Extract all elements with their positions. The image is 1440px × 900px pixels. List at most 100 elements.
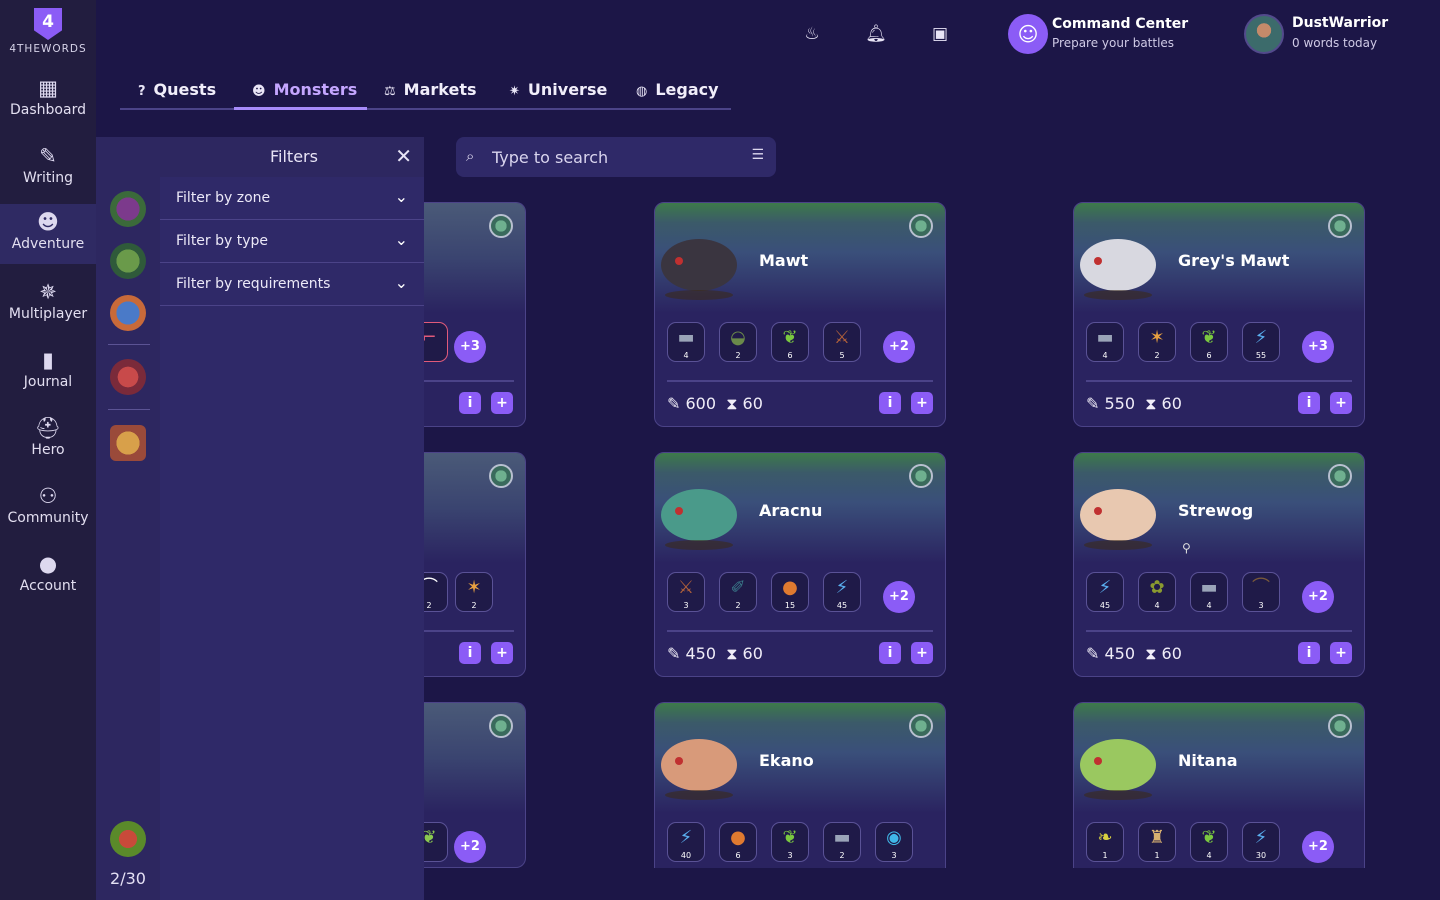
- monster-card-partial[interactable]: ❦+2: [424, 702, 526, 868]
- tab-monsters[interactable]: ☻ Monsters: [252, 80, 357, 99]
- reward-item[interactable]: ✶ 2: [455, 572, 493, 612]
- monster-card[interactable]: Strewog ⚲ ⚡ 45 ✿ 4 ▬ 4 ⌒ 3 +2 ✎ 450 ⧗ 60 i +: [1073, 452, 1365, 677]
- nav-item-multiplayer[interactable]: ✵ Multiplayer: [0, 278, 96, 338]
- close-icon[interactable]: ✕: [395, 144, 412, 168]
- brand-logo[interactable]: 4 4THEWORDS: [0, 8, 96, 55]
- reward-item[interactable]: ⚡ 30: [1242, 822, 1280, 862]
- reward-item[interactable]: ▬ 2: [823, 822, 861, 862]
- nav-item-account[interactable]: ● Account: [0, 550, 96, 610]
- nav-item-adventure[interactable]: ☻ Adventure: [0, 204, 96, 264]
- monster-thumbnail-strip: 2/30: [96, 137, 160, 900]
- info-button[interactable]: i: [879, 392, 901, 414]
- reward-item[interactable]: ● 6: [719, 822, 757, 862]
- reward-item[interactable]: ❦ 6: [771, 322, 809, 362]
- reward-item[interactable]: ⚡ 55: [1242, 322, 1280, 362]
- monster-thumb[interactable]: [110, 191, 146, 227]
- reward-item[interactable]: ❦ 3: [771, 822, 809, 862]
- reward-item[interactable]: ⚔ 5: [823, 322, 861, 362]
- add-button[interactable]: +: [491, 642, 513, 664]
- strip-divider: [108, 409, 150, 410]
- nav-item-journal[interactable]: ▮ Journal: [0, 346, 96, 406]
- monster-card-partial[interactable]: ⌒2✶2 i +: [424, 452, 526, 677]
- add-button[interactable]: +: [1330, 642, 1352, 664]
- reward-item[interactable]: ✶ 2: [1138, 322, 1176, 362]
- legacy-icon: ◍: [636, 84, 648, 99]
- reward-item[interactable]: ⚡ 45: [823, 572, 861, 612]
- search-input[interactable]: [492, 145, 732, 169]
- avatar[interactable]: [1244, 14, 1284, 54]
- nav-item-community[interactable]: ⚇ Community: [0, 482, 96, 542]
- tab-universe[interactable]: ✷ Universe: [509, 80, 607, 99]
- monster-card[interactable]: Ekano ⚡ 40 ● 6 ❦ 3 ▬ 2 ◉ 3: [654, 702, 946, 868]
- reward-item[interactable]: ⌒2: [424, 572, 448, 612]
- monster-card[interactable]: Grey's Mawt ▬ 4 ✶ 2 ❦ 6 ⚡ 55 +3 ✎ 550 ⧗ 60 i +: [1073, 202, 1365, 427]
- more-rewards-badge[interactable]: +3: [454, 331, 486, 363]
- reward-item[interactable]: ✐ 2: [719, 572, 757, 612]
- reward-item[interactable]: ⚡ 40: [667, 822, 705, 862]
- nav-label: Journal: [23, 374, 73, 390]
- tab-markets[interactable]: ⚖ Markets: [384, 80, 477, 99]
- add-button[interactable]: +: [911, 642, 933, 664]
- add-button[interactable]: +: [491, 392, 513, 414]
- monster-name: Mawt: [759, 251, 809, 270]
- info-button[interactable]: i: [1298, 642, 1320, 664]
- monster-thumb[interactable]: [110, 295, 146, 331]
- monster-thumb[interactable]: [110, 359, 146, 395]
- monster-card[interactable]: Mawt ▬ 4 ◒ 2 ❦ 6 ⚔ 5 +2 ✎ 600 ⧗ 60 i +: [654, 202, 946, 427]
- reward-item[interactable]: ⚔ 3: [667, 572, 705, 612]
- monster-card[interactable]: Nitana ❧ 1 ♜ 1 ❦ 4 ⚡ 30 +2: [1073, 702, 1365, 868]
- reward-item[interactable]: ◉ 3: [875, 822, 913, 862]
- search-icon: ⌕: [466, 147, 475, 165]
- filter-by-zone[interactable]: Filter by zone ⌄: [160, 177, 424, 220]
- monster-thumb[interactable]: [110, 243, 146, 279]
- filter-icon[interactable]: ☰: [751, 147, 764, 163]
- monster-card-partial[interactable]: ⌐+3 i +: [424, 202, 526, 427]
- reward-item[interactable]: ▬ 4: [1086, 322, 1124, 362]
- tab-legacy[interactable]: ◍ Legacy: [636, 80, 719, 99]
- reward-item[interactable]: ▬ 4: [667, 322, 705, 362]
- monster-card[interactable]: Aracnu ⚔ 3 ✐ 2 ● 15 ⚡ 45 +2 ✎ 450 ⧗ 60 i +: [654, 452, 946, 677]
- nav-item-dashboard[interactable]: ▦ Dashboard: [0, 74, 96, 134]
- zone-icon: [1328, 214, 1352, 238]
- monster-thumb[interactable]: [110, 821, 146, 857]
- add-button[interactable]: +: [1330, 392, 1352, 414]
- nav-item-hero[interactable]: ⛑ Hero: [0, 414, 96, 474]
- reward-item[interactable]: ▬ 4: [1190, 572, 1228, 612]
- tab-quests[interactable]: ? Quests: [138, 80, 216, 99]
- command-center-title[interactable]: Command Center: [1052, 16, 1188, 32]
- info-button[interactable]: i: [459, 642, 481, 664]
- bell-icon[interactable]: 🔔︎: [865, 23, 887, 45]
- reward-item[interactable]: ❦: [424, 822, 448, 862]
- more-rewards-badge[interactable]: +3: [1302, 331, 1334, 363]
- reward-item[interactable]: ◒ 2: [719, 322, 757, 362]
- zone-icon: [909, 464, 933, 488]
- reward-item[interactable]: ⚡ 45: [1086, 572, 1124, 612]
- monster-thumb[interactable]: [110, 425, 146, 461]
- more-rewards-badge[interactable]: +2: [883, 331, 915, 363]
- user-name[interactable]: DustWarrior: [1292, 15, 1388, 31]
- info-button[interactable]: i: [1298, 392, 1320, 414]
- more-rewards-badge[interactable]: +2: [1302, 581, 1334, 613]
- reward-item[interactable]: ✿ 4: [1138, 572, 1176, 612]
- reward-item[interactable]: ⌐: [424, 322, 448, 362]
- add-button[interactable]: +: [911, 392, 933, 414]
- nav-label: Multiplayer: [8, 306, 88, 322]
- alerts-icon[interactable]: ▣: [929, 23, 951, 45]
- more-rewards-badge[interactable]: +2: [883, 581, 915, 613]
- streak-fire-icon[interactable]: ♨: [801, 23, 823, 45]
- command-center-icon[interactable]: ☺: [1008, 14, 1048, 54]
- info-button[interactable]: i: [879, 642, 901, 664]
- nav-item-writing[interactable]: ✎ Writing: [0, 142, 96, 202]
- reward-item[interactable]: ❦ 4: [1190, 822, 1228, 862]
- reward-item[interactable]: ❧ 1: [1086, 822, 1124, 862]
- info-button[interactable]: i: [459, 392, 481, 414]
- more-rewards-badge[interactable]: +2: [1302, 831, 1334, 863]
- reward-item[interactable]: ♜ 1: [1138, 822, 1176, 862]
- filter-by-type[interactable]: Filter by type ⌄: [160, 220, 424, 263]
- more-rewards-badge[interactable]: +2: [454, 831, 486, 863]
- reward-item[interactable]: ● 15: [771, 572, 809, 612]
- word-count: 550: [1104, 394, 1136, 413]
- reward-item[interactable]: ❦ 6: [1190, 322, 1228, 362]
- reward-item[interactable]: ⌒ 3: [1242, 572, 1280, 612]
- filter-by-requirements[interactable]: Filter by requirements ⌄: [160, 263, 424, 306]
